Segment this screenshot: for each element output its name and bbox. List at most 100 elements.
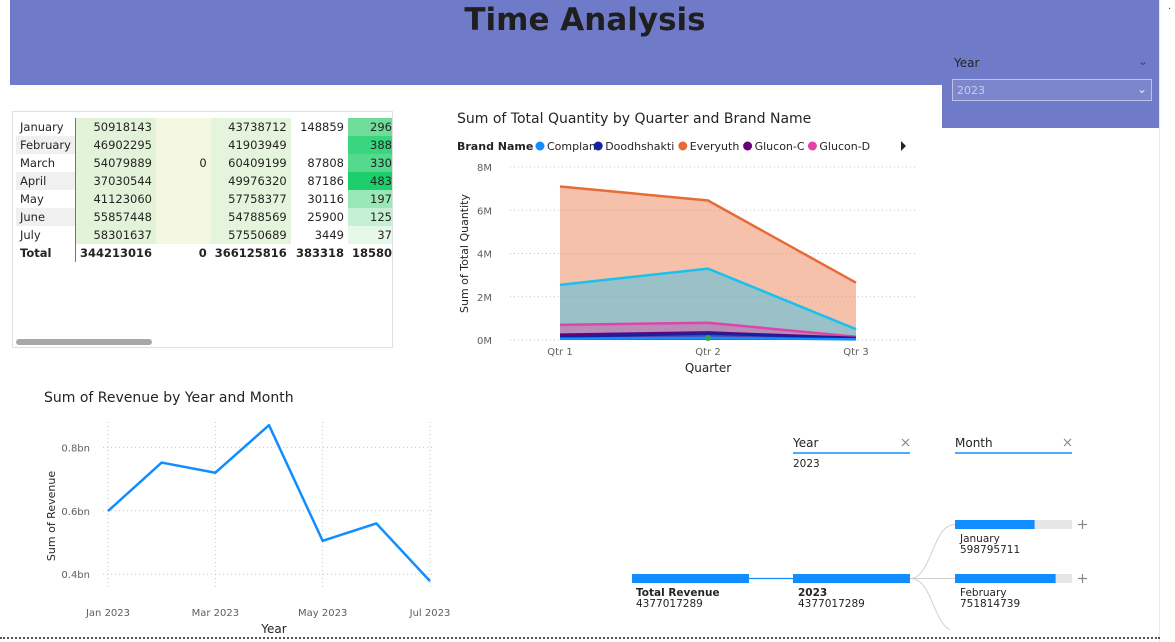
matrix-table: January 50918143 43738712 148859 296 Feb…	[16, 118, 392, 262]
matrix-cell: 25900	[290, 208, 348, 226]
play-right-icon[interactable]	[901, 141, 906, 151]
matrix-cell	[155, 208, 211, 226]
x-tick-label: Qtr 1	[547, 347, 572, 358]
matrix-cell: 54079889	[75, 154, 156, 172]
page-title: Time Analysis	[464, 2, 706, 38]
table-row: January 50918143 43738712 148859 296	[16, 118, 392, 136]
matrix-cell	[155, 226, 211, 244]
total-cell: 383318	[290, 244, 348, 262]
close-icon[interactable]	[901, 438, 910, 447]
row-header: June	[16, 208, 76, 226]
chevron-down-icon[interactable]: ⌄	[1138, 54, 1148, 68]
legend-item: Everyuth	[690, 140, 740, 153]
line-chart[interactable]: 0.4bn 0.6bn 0.8bn Jan 2023 Mar 2023 May 2023 J…	[40, 410, 460, 638]
data-point-marker	[705, 335, 711, 341]
chevron-down-icon: ⌄	[1136, 82, 1147, 96]
matrix-cell	[155, 172, 211, 190]
matrix-cell: 49976320	[210, 172, 291, 190]
plus-icon[interactable]	[1078, 574, 1087, 583]
table-row: February 46902295 41903949 388	[16, 136, 392, 154]
y-tick-label: 0M	[477, 336, 492, 347]
matrix-cell: 46902295	[75, 136, 156, 154]
matrix-cell: 296	[347, 118, 392, 136]
matrix-cell: 148859	[290, 118, 348, 136]
plus-icon[interactable]	[1078, 520, 1087, 529]
bar-year-2023[interactable]	[793, 574, 910, 583]
total-cell: 18580	[347, 244, 392, 262]
node-value: 751814739	[960, 598, 1020, 610]
row-header: April	[16, 172, 76, 190]
matrix-cell: 30116	[290, 190, 348, 208]
matrix-cell: 388	[347, 136, 392, 154]
connector	[909, 524, 956, 579]
legend-swatch	[593, 141, 603, 151]
close-icon[interactable]	[1063, 438, 1072, 447]
matrix-cell	[155, 118, 211, 136]
matrix-cell: 57550689	[210, 226, 291, 244]
x-tick-label: Qtr 2	[695, 347, 720, 358]
matrix-cell: 41903949	[210, 136, 291, 154]
matrix-cell: 37030544	[75, 172, 156, 190]
row-header: February	[16, 136, 76, 154]
x-tick-label: Mar 2023	[192, 608, 240, 619]
total-cell: 0	[155, 244, 211, 262]
total-label: Total	[16, 244, 76, 262]
legend-swatch	[743, 141, 753, 151]
y-axis-title: Sum of Total Quantity	[458, 194, 471, 313]
bar-total-revenue[interactable]	[632, 574, 749, 583]
matrix-cell: 55857448	[75, 208, 156, 226]
year-slicer-dropdown[interactable]: 2023 ⌄	[952, 79, 1152, 101]
matrix-cell: 60409199	[210, 154, 291, 172]
node-value: 4377017289	[636, 598, 703, 610]
bar-month[interactable]	[955, 574, 1056, 583]
area-chart[interactable]: Brand Name Complan Doodhshakti Everyuth Gluc…	[450, 135, 920, 375]
matrix-cell: 125	[347, 208, 392, 226]
connector	[909, 578, 951, 630]
legend-swatch	[535, 141, 545, 151]
matrix-cell: 57758377	[210, 190, 291, 208]
matrix-cell: 3449	[290, 226, 348, 244]
row-header: March	[16, 154, 76, 172]
legend-item: Glucon-C	[755, 140, 805, 153]
matrix-visual[interactable]: January 50918143 43738712 148859 296 Feb…	[12, 111, 393, 348]
legend-item: Complan	[547, 140, 596, 153]
line-chart-title: Sum of Revenue by Year and Month	[44, 390, 294, 406]
matrix-cell: 197	[347, 190, 392, 208]
y-tick-label: 0.6bn	[61, 507, 90, 518]
node-value: 598795711	[960, 544, 1020, 556]
level-header: Year	[792, 436, 818, 450]
y-tick-label: 4M	[477, 250, 492, 261]
legend-item: Doodhshakti	[605, 140, 674, 153]
bar-month[interactable]	[955, 520, 1035, 529]
matrix-cell	[290, 136, 348, 154]
legend-item: Glucon-D	[819, 140, 870, 153]
matrix-cell: 87186	[290, 172, 348, 190]
legend-swatch	[807, 141, 817, 151]
horizontal-scrollbar[interactable]	[16, 339, 152, 345]
x-tick-label: Qtr 3	[843, 347, 868, 358]
matrix-cell: 483	[347, 172, 392, 190]
matrix-cell: 58301637	[75, 226, 156, 244]
matrix-cell: 54788569	[210, 208, 291, 226]
matrix-cell: 43738712	[210, 118, 291, 136]
y-tick-label: 0.4bn	[61, 570, 90, 581]
matrix-cell: 330	[347, 154, 392, 172]
table-row: March 54079889 0 60409199 87808 330	[16, 154, 392, 172]
year-slicer-value: 2023	[957, 84, 985, 97]
row-header: July	[16, 226, 76, 244]
node-value: 4377017289	[798, 598, 865, 610]
x-axis-title: Year	[260, 622, 286, 636]
x-tick-label: Jul 2023	[409, 608, 451, 619]
x-tick-label: May 2023	[298, 608, 347, 619]
corner-mark: ·	[1168, 4, 1172, 15]
x-tick-label: Jan 2023	[85, 608, 130, 619]
y-tick-label: 6M	[477, 206, 492, 217]
decomposition-tree[interactable]: Year2023MonthTotal Revenue43770172892023…	[620, 430, 1090, 630]
x-axis-title: Quarter	[685, 361, 731, 375]
line-series	[107, 423, 431, 582]
matrix-cell	[155, 190, 211, 208]
total-cell: 344213016	[75, 244, 156, 262]
matrix-cell: 50918143	[75, 118, 156, 136]
matrix-cell: 0	[155, 154, 211, 172]
matrix-cell: 41123060	[75, 190, 156, 208]
